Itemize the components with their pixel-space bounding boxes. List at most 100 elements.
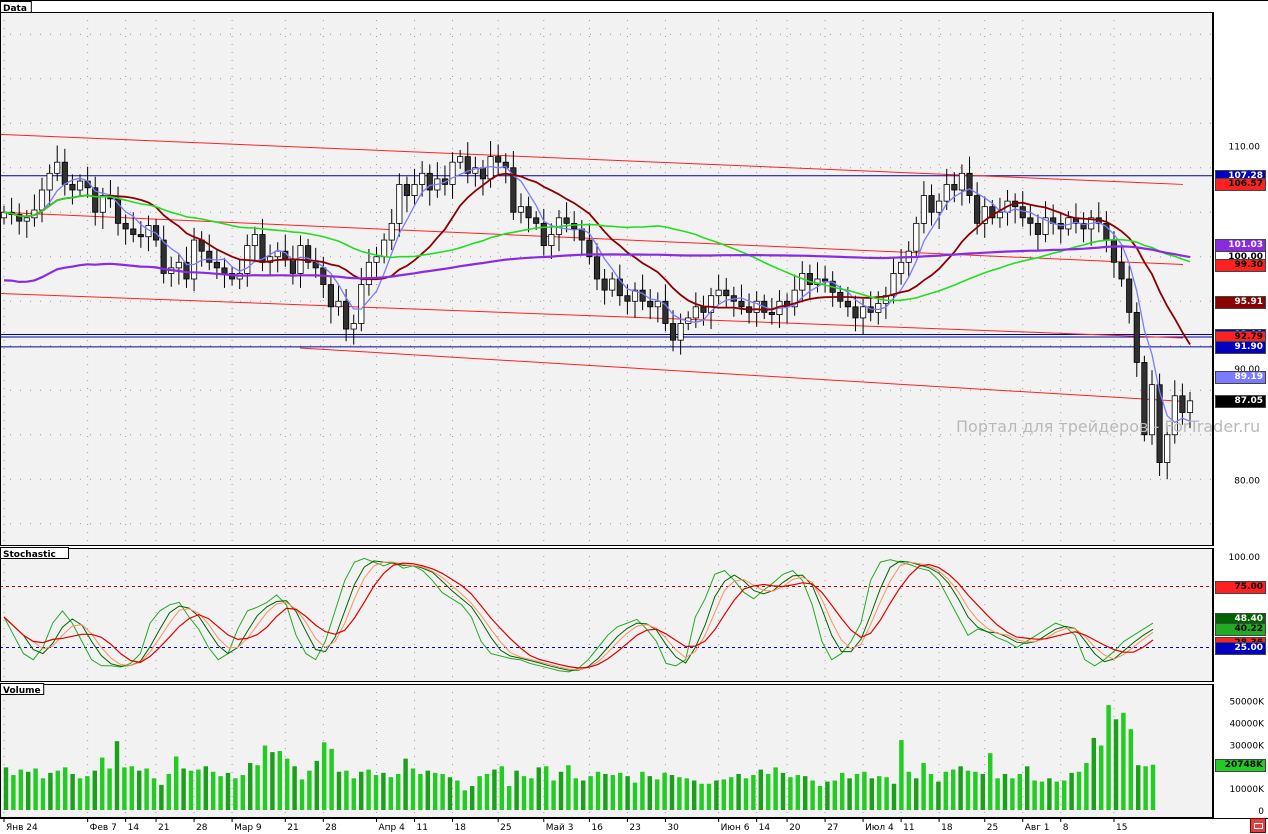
- candle-body-148: [1126, 278, 1133, 313]
- volume-bar-25: [188, 770, 194, 810]
- volume-bar-129: [958, 766, 963, 810]
- candle-body-28: [213, 261, 220, 269]
- volume-bar-142: [1054, 781, 1060, 810]
- volume-bar-34: [255, 765, 260, 810]
- volume-bar-109: [810, 780, 815, 810]
- candle-body-70: [533, 217, 540, 224]
- volume-bar-82: [610, 775, 616, 810]
- volume-bar-66: [492, 769, 497, 810]
- volume-bar-138: [1024, 766, 1030, 810]
- x-tick-label-18: 20: [789, 823, 801, 833]
- candle-body-3: [23, 217, 30, 222]
- volume-bar-27: [203, 766, 209, 810]
- volume-axis-tag-0: 20748K: [1215, 758, 1266, 772]
- volume-bar-153: [1135, 765, 1141, 810]
- volume-bar-56: [418, 773, 423, 810]
- volume-bar-111: [825, 781, 830, 810]
- price-axis-tag-10: 87.05: [1215, 394, 1266, 408]
- candle-body-59: [449, 161, 456, 185]
- candle-body-45: [343, 300, 350, 330]
- volume-bar-3: [25, 771, 31, 810]
- candle-body-52: [396, 184, 403, 224]
- volume-bar-60: [447, 777, 453, 810]
- volume-tick-3: 30000K: [1229, 741, 1265, 751]
- volume-bar-134: [995, 778, 1000, 810]
- volume-bar-143: [1061, 780, 1067, 810]
- volume-bar-146: [1084, 763, 1089, 810]
- volume-bar-132: [980, 773, 986, 810]
- volume-bar-115: [854, 773, 860, 810]
- volume-bar-123: [913, 778, 919, 810]
- candle-body-65: [495, 156, 502, 163]
- candle-body-68: [517, 206, 525, 213]
- volume-bar-149: [1106, 705, 1111, 810]
- candle-body-17: [130, 228, 137, 235]
- volume-bar-92: [684, 778, 690, 810]
- x-tick-label-23: 25: [987, 823, 998, 833]
- candle-body-149: [1133, 311, 1140, 363]
- close-icon[interactable]: [1250, 818, 1266, 833]
- x-tick-label-11: 25: [500, 823, 511, 833]
- volume-bar-116: [862, 771, 867, 810]
- candle-body-15: [114, 198, 122, 224]
- volume-bar-45: [336, 771, 342, 810]
- candle-body-97: [738, 300, 745, 308]
- volume-bar-2: [18, 769, 24, 810]
- volume-bar-93: [691, 780, 697, 810]
- volume-bar-95: [706, 783, 712, 810]
- candle-body-79: [601, 278, 608, 291]
- volume-bar-105: [780, 772, 786, 810]
- volume-bar-87: [647, 776, 653, 810]
- volume-bar-141: [1047, 778, 1052, 810]
- x-tick-label-24: Авг 1: [1025, 823, 1050, 833]
- x-tick-label-7: 28: [325, 823, 337, 833]
- volume-bar-152: [1128, 729, 1134, 810]
- x-tick-label-9: 11: [417, 823, 428, 833]
- volume-bar-16: [122, 767, 127, 810]
- x-tick-label-10: 18: [455, 823, 467, 833]
- volume-bar-128: [950, 769, 956, 810]
- volume-bar-144: [1069, 772, 1074, 810]
- volume-panel-title: Volume: [3, 686, 41, 696]
- candle-body-126: [958, 172, 965, 191]
- volume-tick-5: 50000K: [1229, 698, 1265, 708]
- volume-bar-97: [721, 779, 727, 810]
- volume-bar-91: [677, 777, 682, 810]
- candle-body-47: [358, 284, 365, 324]
- volume-bar-37: [277, 751, 283, 810]
- candle-body-13: [99, 195, 106, 213]
- candle-body-115: [875, 303, 882, 313]
- volume-bar-48: [358, 771, 364, 810]
- volume-bar-151: [1121, 712, 1126, 810]
- volume-bar-88: [654, 779, 660, 810]
- stoch-axis-tag-0: 75.00: [1215, 580, 1266, 594]
- candle-body-29: [221, 267, 228, 274]
- volume-bar-79: [588, 776, 593, 810]
- volume-bar-125: [928, 773, 934, 810]
- volume-bar-81: [603, 773, 608, 810]
- candle-body-9: [69, 184, 76, 191]
- volume-bar-64: [477, 776, 482, 810]
- volume-bar-33: [247, 763, 253, 810]
- volume-bar-76: [566, 765, 571, 810]
- volume-bar-145: [1076, 771, 1082, 810]
- volume-bar-127: [943, 771, 949, 810]
- volume-tick-4: 40000K: [1229, 720, 1265, 730]
- candle-body-155: [1179, 395, 1186, 413]
- volume-bar-98: [728, 777, 734, 810]
- x-tick-label-5: Мар 9: [234, 823, 262, 833]
- x-tick-label-13: 16: [591, 823, 603, 833]
- x-tick-label-19: 27: [827, 823, 838, 833]
- volume-bar-78: [580, 780, 586, 810]
- volume-bar-135: [1002, 773, 1008, 810]
- volume-bar-103: [765, 773, 771, 810]
- candle-body-44: [335, 300, 342, 308]
- candle-body-153: [1164, 434, 1171, 463]
- volume-bar-5: [40, 778, 46, 810]
- volume-bar-139: [1032, 780, 1037, 810]
- volume-bar-122: [906, 771, 912, 810]
- volume-bar-19: [144, 768, 149, 810]
- candle-body-121: [920, 195, 927, 224]
- volume-bar-71: [529, 778, 534, 810]
- candle-body-127: [966, 172, 973, 196]
